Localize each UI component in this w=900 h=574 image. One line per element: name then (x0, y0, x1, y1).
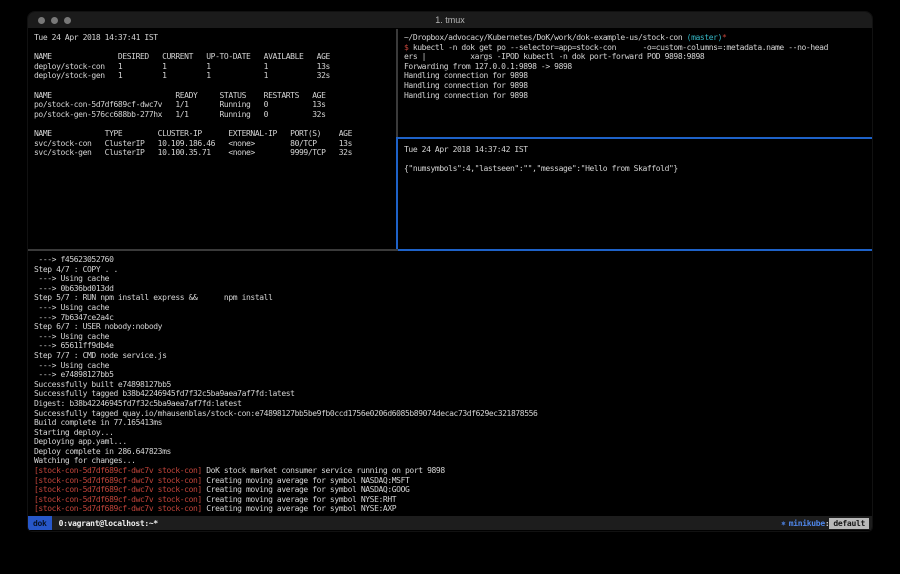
pod-log-message: Creating moving average for symbol NYSE:… (202, 504, 396, 513)
shell-command: kubectl -n dok get po --selector=app=sto… (408, 43, 828, 52)
window-title: 1. tmux (28, 15, 872, 25)
docker-build-log: ---> f45623052760 Step 4/7 : COPY . . --… (34, 255, 872, 466)
pod-log-line: [stock-con-5d7df689cf-dwc7v stock-con] C… (34, 485, 872, 495)
window-titlebar: 1. tmux (28, 12, 872, 29)
kube-namespace-badge: default (829, 518, 869, 529)
pod-log-prefix: [stock-con-5d7df689cf-dwc7v stock-con] (34, 495, 202, 504)
pod-log-prefix: [stock-con-5d7df689cf-dwc7v stock-con] (34, 466, 202, 475)
pod-log-prefix: [stock-con-5d7df689cf-dwc7v stock-con] (34, 485, 202, 494)
pod-log-message: Creating moving average for symbol NASDA… (202, 485, 410, 494)
pod-log-line: [stock-con-5d7df689cf-dwc7v stock-con] C… (34, 504, 872, 514)
top-pane-row: Tue 24 Apr 2018 14:37:41 IST NAME DESIRE… (28, 29, 872, 249)
pane-service-response[interactable]: Tue 24 Apr 2018 14:37:42 IST {"numsymbol… (398, 139, 872, 249)
port-forward-output: ers | xargs -IPOD kubectl -n dok port-fo… (404, 52, 872, 100)
pod-log-message: Creating moving average for symbol NASDA… (202, 476, 410, 485)
pane-port-forward[interactable]: ~/Dropbox/advocacy/Kubernetes/DoK/work/d… (398, 29, 872, 137)
tmux-session-name[interactable]: dok (28, 516, 52, 530)
pane-kubectl-watch[interactable]: Tue 24 Apr 2018 14:37:41 IST NAME DESIRE… (28, 29, 396, 249)
tmux-panes-area: Tue 24 Apr 2018 14:37:41 IST NAME DESIRE… (28, 29, 872, 516)
kubernetes-helm-icon: ⎈ (781, 519, 786, 528)
git-dirty-flag: * (722, 33, 726, 42)
shell-path-line: ~/Dropbox/advocacy/Kubernetes/DoK/work/d… (404, 33, 872, 43)
shell-command-line: $ kubectl -n dok get po --selector=app=s… (404, 43, 872, 53)
screenshot-canvas: 1. tmux Tue 24 Apr 2018 14:37:41 IST NAM… (0, 0, 900, 574)
pod-log-line: [stock-con-5d7df689cf-dwc7v stock-con] D… (34, 466, 872, 476)
right-pane-column: ~/Dropbox/advocacy/Kubernetes/DoK/work/d… (398, 29, 872, 249)
pod-log-message: DoK stock market consumer service runnin… (202, 466, 445, 475)
pane-skaffold-log[interactable]: ---> f45623052760 Step 4/7 : COPY . . --… (28, 251, 872, 516)
pod-log-prefix: [stock-con-5d7df689cf-dwc7v stock-con] (34, 476, 202, 485)
pod-log-prefix: [stock-con-5d7df689cf-dwc7v stock-con] (34, 504, 202, 513)
tmux-window-label[interactable]: 0:vagrant@localhost:~* (59, 519, 158, 528)
terminal-window: 1. tmux Tue 24 Apr 2018 14:37:41 IST NAM… (28, 12, 872, 531)
kube-context-label: minikube (789, 519, 825, 528)
pod-log-line: [stock-con-5d7df689cf-dwc7v stock-con] C… (34, 495, 872, 505)
pod-log-line: [stock-con-5d7df689cf-dwc7v stock-con] C… (34, 476, 872, 486)
shell-cwd: ~/Dropbox/advocacy/Kubernetes/DoK/work/d… (404, 33, 687, 42)
pod-log-message: Creating moving average for symbol NYSE:… (202, 495, 396, 504)
tmux-status-bar: dok 0:vagrant@localhost:~* ⎈ minikube : … (28, 516, 872, 530)
git-branch-label: (master) (687, 33, 722, 42)
